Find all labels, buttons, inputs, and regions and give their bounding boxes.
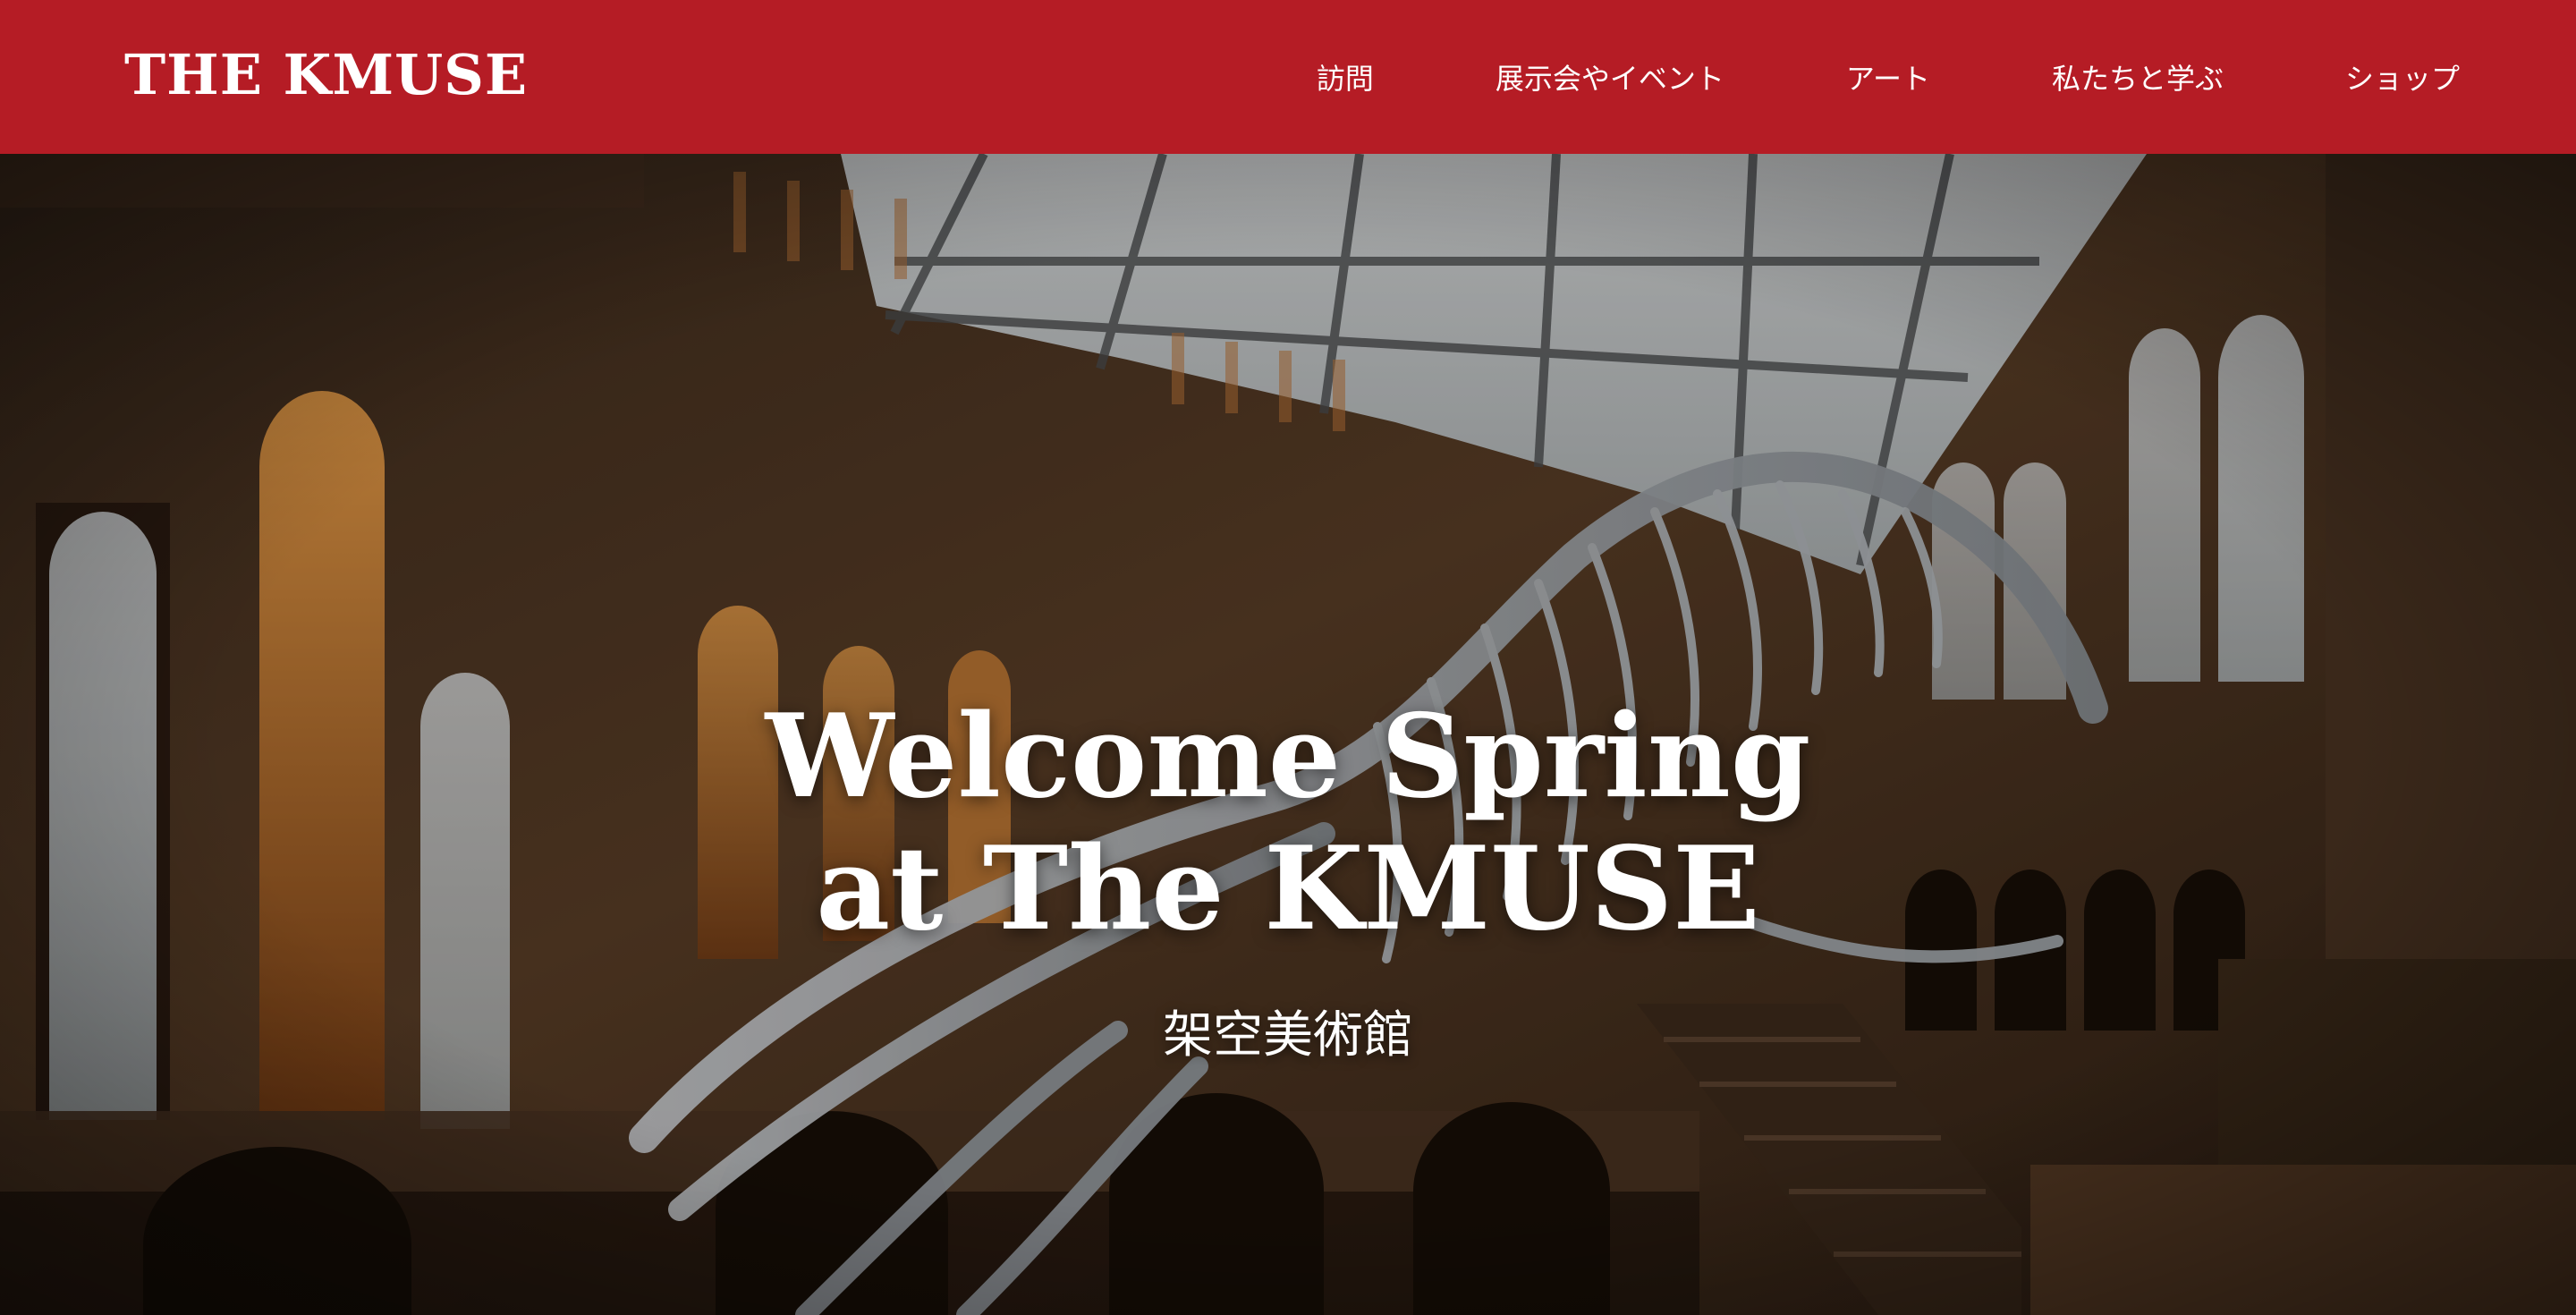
main-nav: 訪問 展示会やイベント アート 私たちと学ぶ ショップ [1317,0,2460,154]
site-logo[interactable]: THE KMUSE [124,39,528,111]
hero-title-line-1: Welcome Spring [765,690,1811,824]
nav-item-art[interactable]: アート [1846,56,1930,98]
site-header: THE KMUSE 訪問 展示会やイベント アート 私たちと学ぶ ショップ [0,0,2576,154]
nav-item-visit[interactable]: 訪問 [1317,56,1374,98]
nav-item-exhibitions-events[interactable]: 展示会やイベント [1496,56,1724,98]
hero-section: Welcome Spring at The KMUSE 架空美術館 [0,154,2576,1315]
nav-item-learn[interactable]: 私たちと学ぶ [2052,56,2224,98]
hero-title: Welcome Spring at The KMUSE [0,691,2576,955]
hero-title-line-2: at The KMUSE [816,822,1760,956]
hero-subtitle: 架空美術館 [1163,1006,1413,1065]
nav-item-shop[interactable]: ショップ [2345,56,2460,98]
